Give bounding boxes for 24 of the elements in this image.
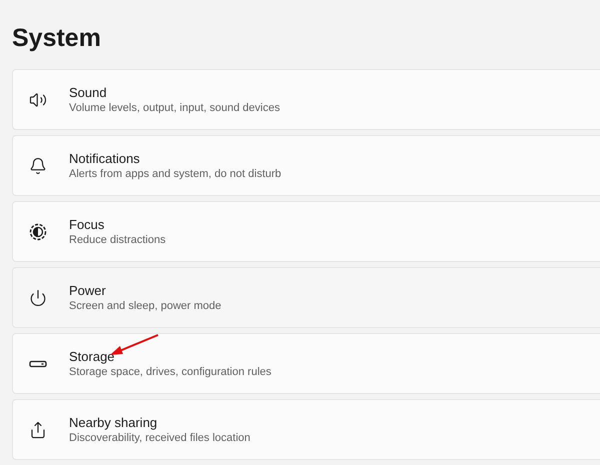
item-description: Volume levels, output, input, sound devices (69, 102, 280, 114)
settings-item[interactable]: Notifications Alerts from apps and system, do not disturb (12, 135, 600, 196)
settings-item[interactable]: Focus Reduce distractions (12, 201, 600, 262)
item-description: Screen and sleep, power mode (69, 300, 222, 312)
speaker-icon (29, 90, 47, 108)
item-description: Storage space, drives, configuration rules (69, 366, 272, 378)
item-title: Power (69, 283, 106, 298)
settings-item[interactable]: Power Screen and sleep, power mode (12, 267, 600, 328)
item-description: Alerts from apps and system, do not disturb (69, 168, 282, 180)
focus-icon (29, 222, 47, 240)
item-description: Reduce distractions (69, 234, 166, 246)
item-title: Storage (69, 349, 115, 364)
page-title: System (12, 23, 101, 54)
item-title: Nearby sharing (69, 415, 158, 430)
item-title: Focus (69, 217, 104, 232)
bell-icon (29, 156, 47, 174)
item-title: Notifications (69, 151, 140, 166)
item-title: Sound (69, 85, 107, 100)
settings-item[interactable]: Nearby sharing Discoverability, received files location (12, 399, 600, 460)
settings-item[interactable]: Storage Storage space, drives, configuration rules (12, 333, 600, 394)
item-description: Discoverability, received files location (69, 432, 250, 444)
share-icon (29, 420, 47, 438)
settings-item[interactable]: Sound Volume levels, output, input, sound devices (12, 69, 600, 130)
power-icon (29, 288, 47, 306)
